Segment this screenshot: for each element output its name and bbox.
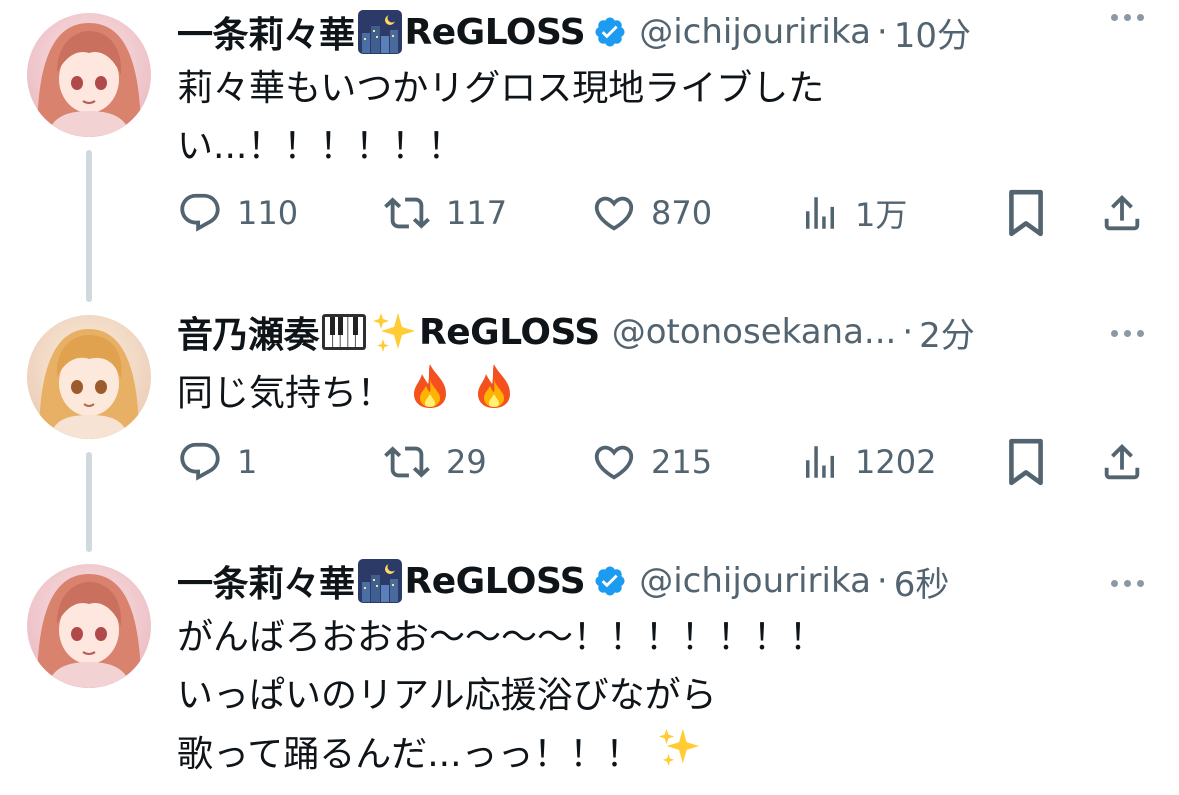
tweet-text-line: がんばろおおお〜〜〜〜！！！！！！！ xyxy=(177,617,826,658)
share-button[interactable] xyxy=(1099,183,1145,243)
thread-line xyxy=(86,150,92,302)
views-button[interactable]: 1万 xyxy=(799,183,907,243)
like-count: 870 xyxy=(651,194,713,232)
night-city-emoji xyxy=(357,558,403,604)
views-button[interactable]: 1202 xyxy=(799,432,936,492)
retweet-button[interactable]: 117 xyxy=(382,183,507,243)
group-name: ReGLOSS xyxy=(404,11,586,53)
retweet-icon xyxy=(384,197,430,229)
verified-badge-icon xyxy=(593,564,627,598)
thread-line xyxy=(86,452,92,552)
share-button[interactable] xyxy=(1099,432,1145,492)
retweet-count: 117 xyxy=(446,194,508,232)
tweet-text-line: 歌って踊るんだ...っっ！！！ xyxy=(177,725,825,787)
more-icon[interactable] xyxy=(1111,14,1144,21)
tweet-header: 一条莉々華 ReGLOSS @ichijouririk xyxy=(177,2,971,62)
user-handle[interactable]: @otonosekana... xyxy=(612,312,897,352)
like-button[interactable]: 215 xyxy=(591,432,712,492)
bookmark-button[interactable] xyxy=(1005,183,1047,243)
reply-count: 110 xyxy=(237,194,299,232)
tweet-text-line: い...！！！！！！ xyxy=(177,126,464,167)
separator-dot: · xyxy=(876,561,888,601)
bookmark-icon xyxy=(1009,189,1043,237)
reply-icon xyxy=(180,193,220,232)
piano-emoji xyxy=(321,309,367,355)
reply-button[interactable]: 110 xyxy=(177,183,298,243)
more-icon[interactable] xyxy=(1111,580,1144,587)
tweet-text-line: 莉々華もいつかリグロス現地ライブした xyxy=(177,68,825,109)
display-name[interactable]: 音乃瀬奏 xyxy=(177,306,320,358)
timestamp[interactable]: 10分 xyxy=(894,8,971,57)
views-count: 1202 xyxy=(855,443,937,481)
share-icon xyxy=(1104,194,1140,231)
bookmark-icon xyxy=(1009,438,1043,486)
like-count: 215 xyxy=(651,443,713,481)
group-name: ReGLOSS xyxy=(419,311,600,353)
sparkles-emoji xyxy=(657,725,701,787)
views-icon xyxy=(806,197,834,229)
action-bar: 1 29 215 1202 xyxy=(177,432,1147,492)
like-button[interactable]: 870 xyxy=(591,183,712,243)
tweet-header: 音乃瀬奏 ReGLOSS @otonosekana... · 2分 xyxy=(177,302,975,362)
bookmark-button[interactable] xyxy=(1005,432,1047,492)
heart-icon xyxy=(594,445,634,480)
tweet-text: 同じ気持ち！ xyxy=(177,362,520,428)
separator-dot: · xyxy=(876,12,888,52)
timestamp[interactable]: 6秒 xyxy=(894,557,950,606)
tweet-text-line: 同じ気持ち！ xyxy=(177,362,520,428)
timestamp[interactable]: 2分 xyxy=(919,308,975,357)
tweet-text-line: いっぱいのリアル応援浴びながら xyxy=(177,675,717,716)
retweet-count: 29 xyxy=(446,443,487,481)
retweet-button[interactable]: 29 xyxy=(382,432,487,492)
reply-count: 1 xyxy=(237,443,258,481)
tweet-text-content: 歌って踊るんだ...っっ！！！ xyxy=(177,734,642,775)
user-handle[interactable]: @ichijouririka xyxy=(639,12,871,52)
avatar-ririka[interactable] xyxy=(27,13,151,137)
display-name[interactable]: 一条莉々華 xyxy=(177,555,355,607)
tweet-header: 一条莉々華 ReGLOSS @ichijouririk xyxy=(177,551,949,611)
retweet-icon xyxy=(384,446,430,478)
night-city-emoji xyxy=(357,9,403,55)
fire-emoji xyxy=(472,362,516,428)
views-count: 1万 xyxy=(855,196,908,234)
fire-emoji xyxy=(408,362,452,428)
more-icon[interactable] xyxy=(1111,330,1144,337)
group-name: ReGLOSS xyxy=(404,560,586,602)
avatar-kanade[interactable] xyxy=(27,315,151,439)
action-bar: 110 117 870 1万 xyxy=(177,183,1147,243)
views-icon xyxy=(806,446,834,478)
separator-dot: · xyxy=(902,312,914,352)
sparkles-emoji xyxy=(371,309,417,355)
reply-icon xyxy=(180,442,220,481)
tweet-text-content: 同じ気持ち！ xyxy=(177,373,394,414)
tweet-text: がんばろおおお〜〜〜〜！！！！！！！ いっぱいのリアル応援浴びながら 歌って踊る… xyxy=(177,609,825,787)
display-name[interactable]: 一条莉々華 xyxy=(177,6,355,58)
user-handle[interactable]: @ichijouririka xyxy=(639,561,871,601)
verified-badge-icon xyxy=(593,15,627,49)
avatar-ririka[interactable] xyxy=(27,564,151,688)
reply-button[interactable]: 1 xyxy=(177,432,257,492)
heart-icon xyxy=(594,196,634,231)
tweet-text: 莉々華もいつかリグロス現地ライブした い...！！！！！！ xyxy=(177,60,824,176)
share-icon xyxy=(1104,443,1140,480)
